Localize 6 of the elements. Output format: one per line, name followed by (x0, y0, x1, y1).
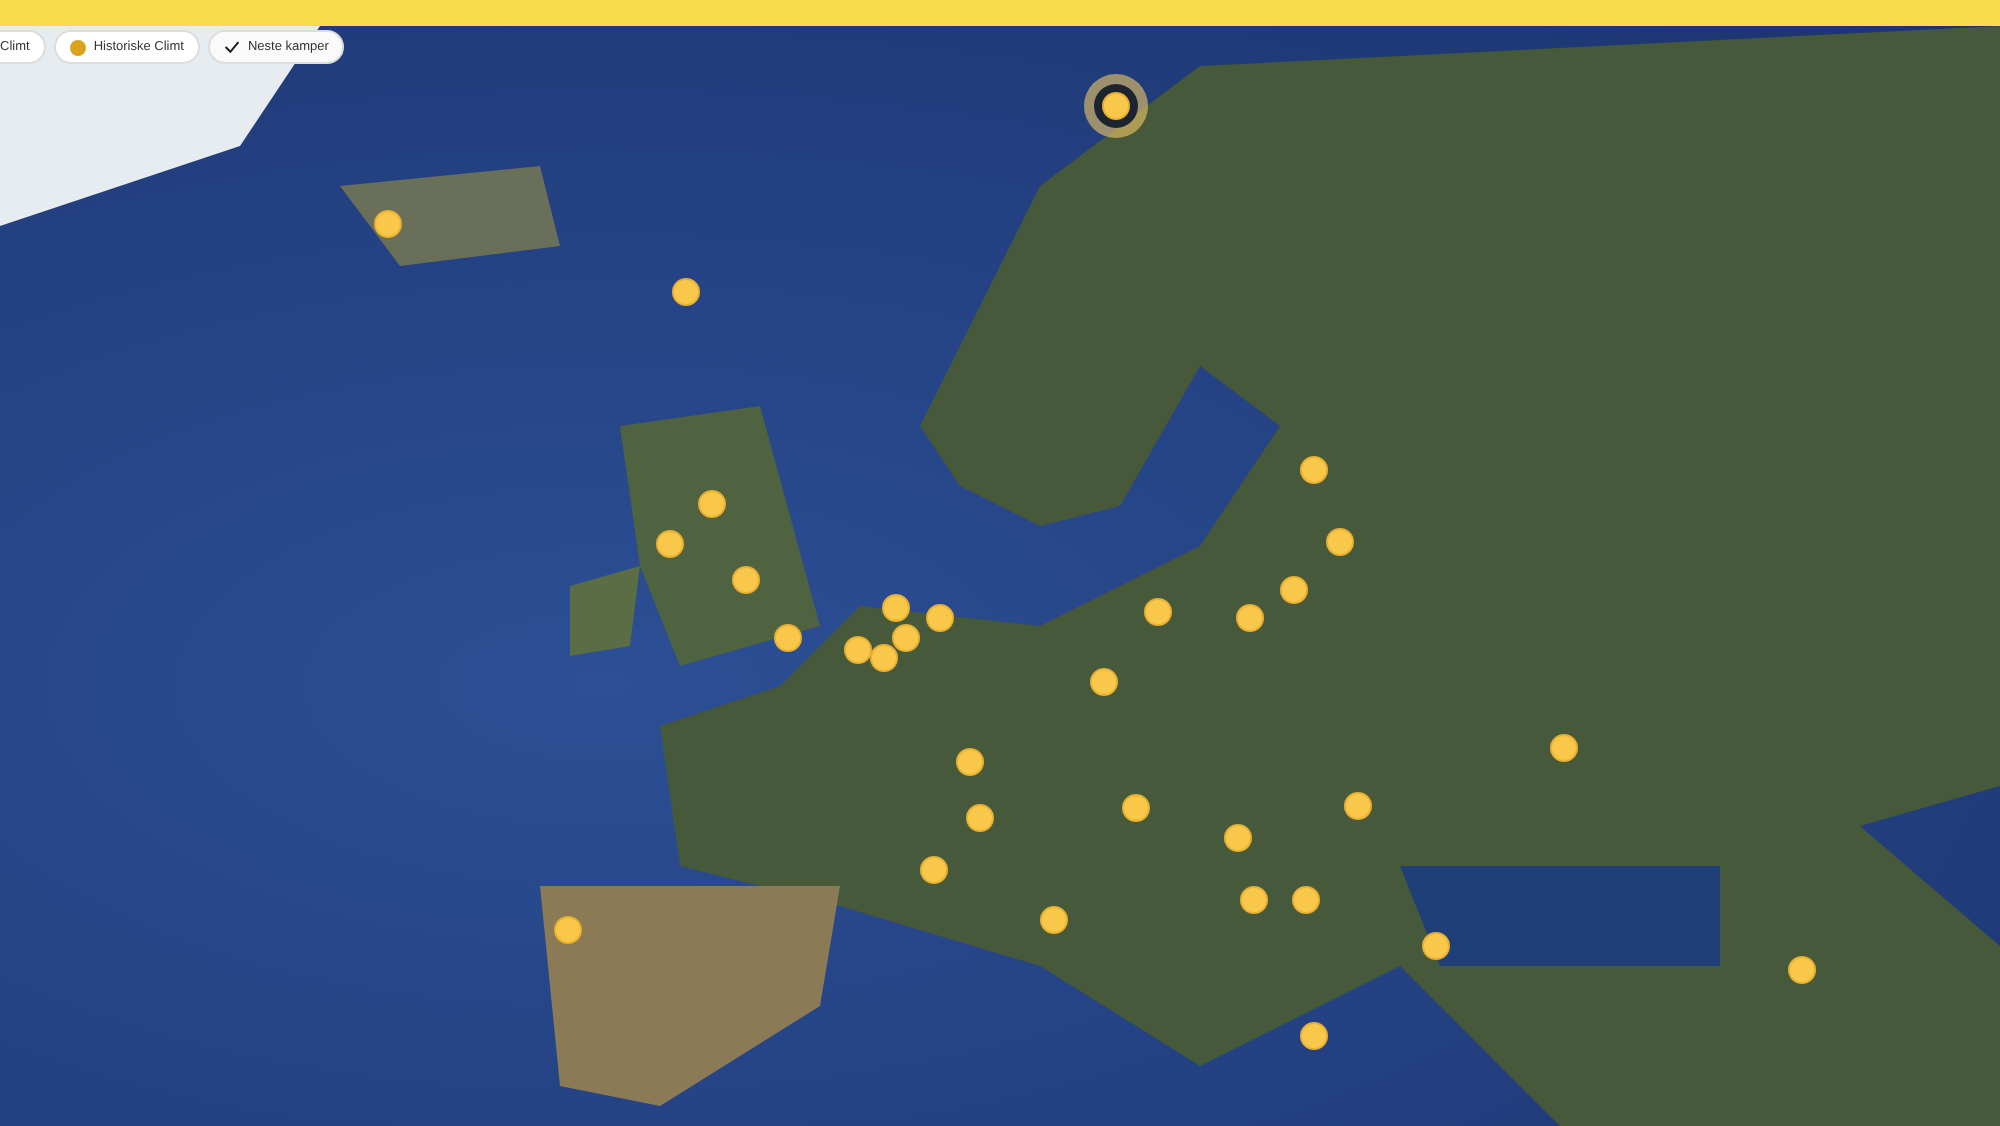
map-pin-icon[interactable] (672, 278, 700, 306)
map-pin-icon[interactable] (1300, 1022, 1328, 1050)
map-pin-icon[interactable] (774, 624, 802, 652)
map-pin-icon[interactable] (926, 604, 954, 632)
check-icon (223, 40, 240, 54)
map-pin-icon[interactable] (882, 594, 910, 622)
